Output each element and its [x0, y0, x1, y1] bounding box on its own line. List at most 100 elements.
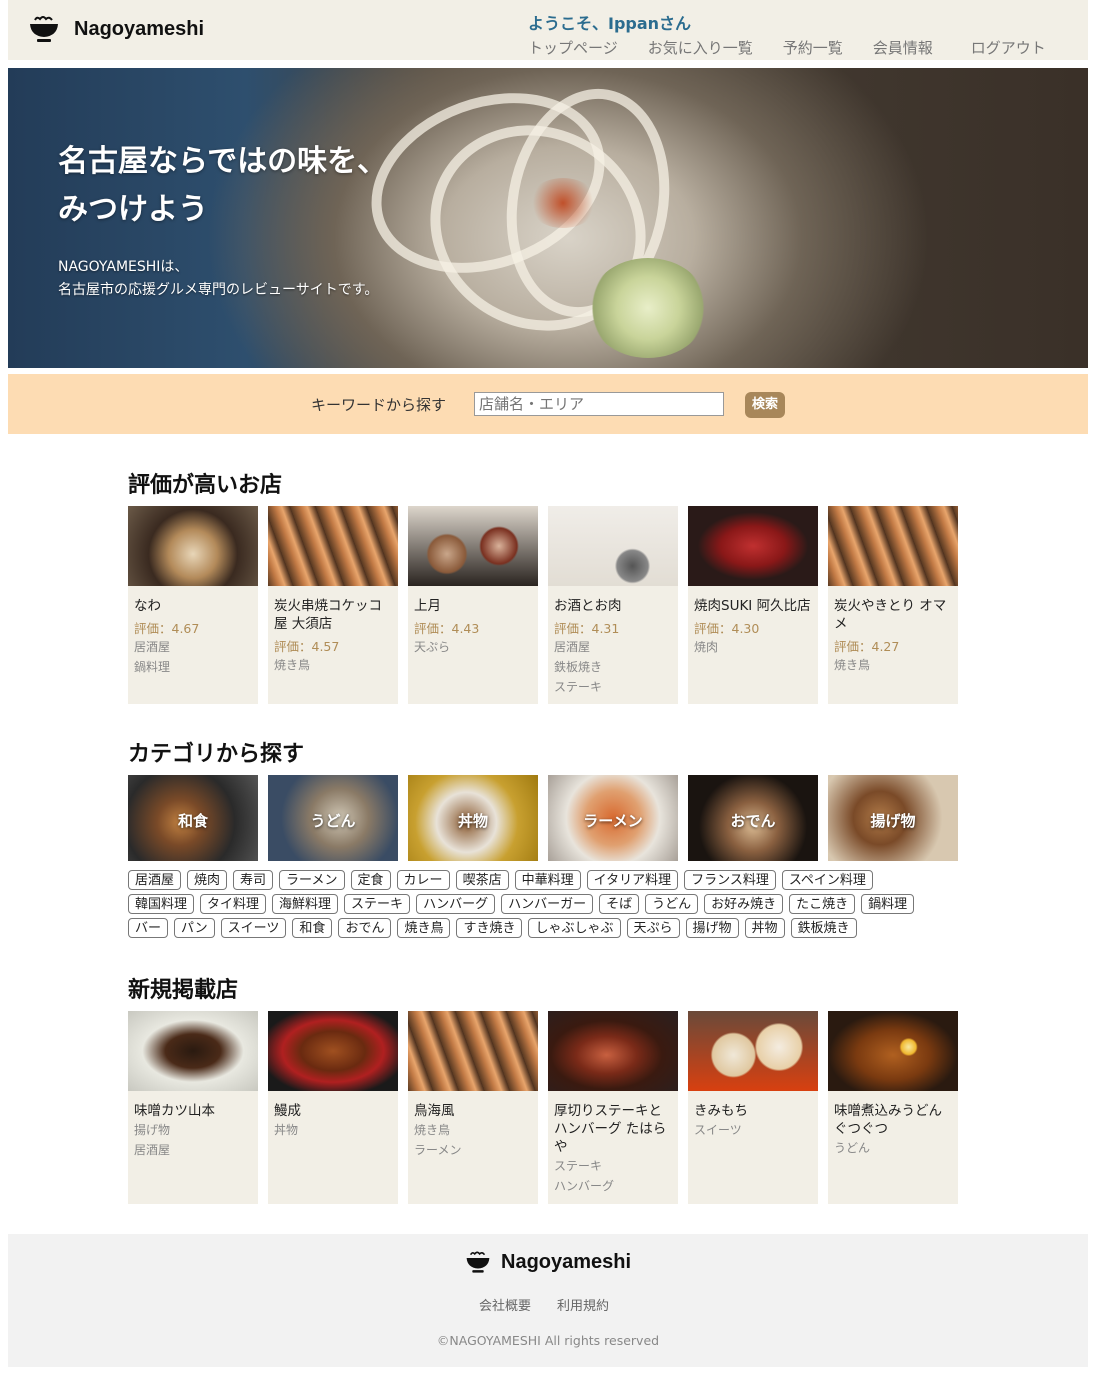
search-button[interactable]: 検索	[745, 392, 785, 418]
footer-logo-text: Nagoyameshi	[501, 1250, 632, 1273]
nav-reservations[interactable]: 予約一覧	[783, 37, 843, 58]
category-tag[interactable]: ラーメン	[279, 870, 345, 890]
nav-favorites[interactable]: お気に入り一覧	[648, 37, 753, 58]
category-tile-ramen[interactable]: ラーメン	[548, 775, 678, 861]
category-tile-label: 揚げ物	[870, 812, 916, 830]
category-tag[interactable]: そば	[599, 894, 640, 914]
shop-image	[828, 1011, 958, 1091]
shop-image	[268, 1011, 398, 1091]
shop-image	[828, 506, 958, 586]
shop-image	[548, 506, 678, 586]
shop-card[interactable]: 炭火串焼コケッコ屋 大須店 評価：4.57 焼き鳥	[268, 506, 398, 704]
shop-image	[548, 1011, 678, 1091]
shop-card[interactable]: きみもち スイーツ	[688, 1011, 818, 1204]
category-tag[interactable]: ハンバーガー	[501, 894, 594, 914]
category-tile-label: 丼物	[457, 812, 488, 830]
category-tag[interactable]: イタリア料理	[586, 870, 679, 890]
nav-top[interactable]: トップページ	[528, 37, 618, 58]
shop-category: 焼き鳥	[834, 658, 871, 672]
category-tile-agemono[interactable]: 揚げ物	[828, 775, 958, 861]
shop-card[interactable]: 焼肉SUKI 阿久比店 評価：4.30 焼肉	[688, 506, 818, 704]
site-footer: Nagoyameshi 会社概要 利用規約 ©NAGOYAMESHI All r…	[8, 1234, 1088, 1367]
category-tag[interactable]: 和食	[292, 918, 333, 938]
category-tag[interactable]: ステーキ	[344, 894, 411, 914]
shop-card[interactable]: 味噌煮込みうどん ぐつぐつ うどん	[828, 1011, 958, 1204]
category-tag[interactable]: 定食	[350, 870, 391, 890]
shop-card[interactable]: なわ 評価：4.67 居酒屋 鍋料理	[128, 506, 258, 704]
category-tag[interactable]: 焼肉	[187, 870, 228, 890]
category-tag[interactable]: 中華料理	[514, 870, 581, 890]
category-tag[interactable]: 揚げ物	[685, 918, 739, 938]
footer-link-company[interactable]: 会社概要	[479, 1295, 531, 1314]
category-tag[interactable]: ハンバーグ	[416, 894, 496, 914]
category-tag[interactable]: フランス料理	[684, 870, 776, 890]
shop-rating: 評価：4.27	[834, 639, 900, 654]
shop-card[interactable]: お酒とお肉 評価：4.31 居酒屋 鉄板焼き ステーキ	[548, 506, 678, 704]
logo[interactable]: Nagoyameshi	[28, 14, 204, 44]
category-tile-washoku[interactable]: 和食	[128, 775, 258, 861]
hero-title-line2: みつけよう	[58, 192, 208, 227]
category-tag[interactable]: しゃぶしゃぶ	[528, 918, 621, 938]
category-tag[interactable]: カレー	[396, 870, 450, 890]
shop-card[interactable]: 味噌カツ山本 揚げ物 居酒屋	[128, 1011, 258, 1204]
category-tile-oden[interactable]: おでん	[688, 775, 818, 861]
category-tag[interactable]: たこ焼き	[789, 894, 856, 914]
category-tag[interactable]: お好み焼き	[704, 894, 784, 914]
main-nav: トップページ お気に入り一覧 予約一覧 会員情報 ログアウト	[528, 37, 1076, 58]
category-tag[interactable]: 海鮮料理	[272, 894, 339, 914]
top-rated-title: 評価が高いお店	[128, 473, 283, 498]
shop-category: ハンバーグ	[554, 1179, 615, 1193]
category-tags-row2: 韓国料理 タイ料理 海鮮料理 ステーキ ハンバーグ ハンバーガー そば うどん …	[128, 894, 915, 914]
category-tag[interactable]: パン	[174, 918, 215, 938]
category-tag[interactable]: うどん	[645, 894, 699, 914]
category-tag[interactable]: スイーツ	[220, 918, 287, 938]
shop-name: 味噌カツ山本	[134, 1103, 215, 1119]
footer-logo[interactable]: Nagoyameshi	[465, 1249, 631, 1275]
category-tile-donburi[interactable]: 丼物	[408, 775, 538, 861]
category-tag[interactable]: タイ料理	[200, 894, 267, 914]
category-tag[interactable]: 鉄板焼き	[790, 918, 857, 938]
logo-text: Nagoyameshi	[74, 17, 205, 40]
category-tag[interactable]: 韓国料理	[128, 894, 195, 914]
shop-card[interactable]: 厚切りステーキとハンバーグ たはらや ステーキ ハンバーグ	[548, 1011, 678, 1204]
shop-name: 鳥海風	[414, 1103, 455, 1119]
shop-category: 居酒屋	[554, 640, 591, 654]
category-tag[interactable]: 天ぷら	[626, 918, 680, 938]
shop-name: きみもち	[694, 1103, 748, 1119]
bowl-logo-icon	[30, 16, 58, 42]
nav-logout[interactable]: ログアウト	[971, 37, 1046, 58]
shop-card[interactable]: 鳥海風 焼き鳥 ラーメン	[408, 1011, 538, 1204]
category-tile-udon[interactable]: うどん	[268, 775, 398, 861]
shop-card[interactable]: 上月 評価：4.43 天ぷら	[408, 506, 538, 704]
shop-category: 居酒屋	[134, 640, 171, 654]
new-shops-title: 新規掲載店	[128, 978, 239, 1003]
category-tag[interactable]: 鍋料理	[861, 894, 915, 914]
shop-image	[408, 1011, 538, 1091]
nav-account[interactable]: 会員情報	[873, 37, 933, 58]
shop-image	[688, 506, 818, 586]
category-tag[interactable]: 寿司	[233, 870, 274, 890]
category-tag[interactable]: 丼物	[744, 918, 785, 938]
category-tag[interactable]: 居酒屋	[128, 870, 182, 890]
shop-category: 揚げ物	[134, 1123, 171, 1137]
search-input[interactable]	[474, 392, 724, 416]
category-tag[interactable]: 喫茶店	[455, 870, 509, 890]
shop-card[interactable]: 鰻成 丼物	[268, 1011, 398, 1204]
shop-category: 鉄板焼き	[554, 660, 603, 674]
category-tag[interactable]: 焼き鳥	[397, 918, 451, 938]
footer-link-terms[interactable]: 利用規約	[557, 1295, 609, 1314]
shop-card[interactable]: 炭火やきとり オマメ 評価：4.27 焼き鳥	[828, 506, 958, 704]
category-tag[interactable]: バー	[128, 918, 169, 938]
shop-image	[128, 506, 258, 586]
shop-rating: 評価：4.43	[414, 621, 480, 636]
shop-rating: 評価：4.57	[274, 639, 340, 654]
hero-desc-line1: NAGOYAMESHIは、	[58, 259, 189, 275]
shop-category: 焼き鳥	[274, 658, 311, 672]
shop-name: 炭火やきとり オマメ	[834, 598, 947, 632]
category-tag[interactable]: スペイン料理	[781, 870, 873, 890]
shop-category: 丼物	[274, 1123, 299, 1137]
category-tag[interactable]: すき焼き	[456, 918, 523, 938]
search-label: キーワードから探す	[311, 396, 447, 414]
shop-name: 味噌煮込みうどん ぐつぐつ	[834, 1103, 942, 1137]
category-tag[interactable]: おでん	[338, 918, 392, 938]
